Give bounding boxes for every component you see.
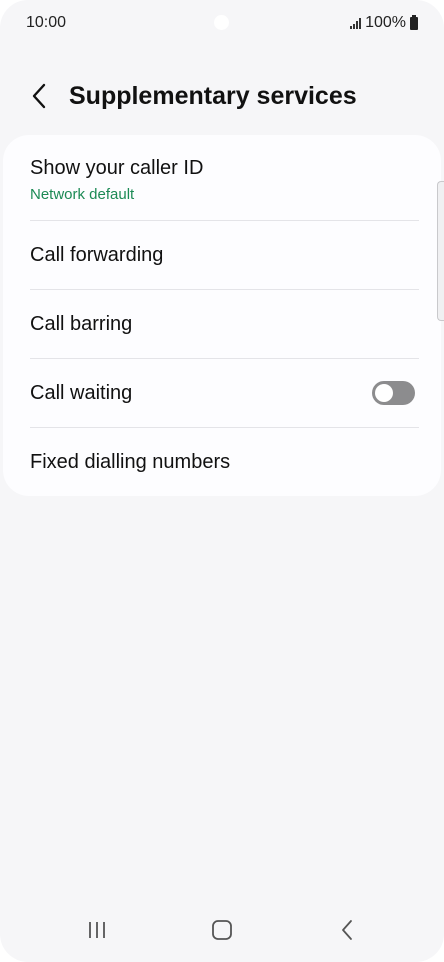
battery-percent: 100% (365, 14, 406, 31)
setting-call-barring[interactable]: Call barring (30, 290, 414, 358)
setting-label: Show your caller ID (30, 157, 204, 179)
recents-button[interactable] (75, 908, 119, 952)
setting-label: Fixed dialling numbers (30, 450, 231, 473)
phone-screen: 10:00 100% Supplementary services Show y… (0, 0, 444, 962)
chevron-left-icon (32, 83, 46, 109)
toggle-knob (375, 384, 393, 402)
nav-back-button[interactable] (325, 908, 369, 952)
status-time: 10:00 (26, 14, 67, 31)
setting-label: Call barring (30, 312, 133, 335)
app-bar: Supplementary services (0, 70, 444, 122)
call-waiting-toggle[interactable] (372, 381, 415, 405)
setting-label: Call forwarding (30, 243, 164, 266)
scrollbar[interactable] (437, 181, 444, 321)
home-button[interactable] (200, 908, 244, 952)
home-icon (212, 920, 232, 940)
battery-icon (410, 14, 418, 30)
setting-call-waiting[interactable]: Call waiting (30, 359, 415, 427)
back-icon (342, 920, 352, 940)
setting-label: Call waiting (30, 381, 133, 404)
recents-icon (89, 922, 105, 938)
page-title: Supplementary services (69, 81, 357, 110)
back-button[interactable] (20, 76, 60, 116)
settings-card: Show your caller ID Network default Call… (3, 135, 441, 496)
navigation-bar (0, 898, 444, 962)
camera-cutout (214, 15, 229, 30)
setting-text-group: Show your caller ID Network default (30, 157, 203, 203)
status-indicators: 100% (350, 14, 418, 32)
setting-fixed-dialling-numbers[interactable]: Fixed dialling numbers (30, 428, 414, 496)
setting-sublabel: Network default (30, 186, 135, 203)
signal-icon (350, 17, 362, 29)
setting-call-forwarding[interactable]: Call forwarding (30, 221, 414, 289)
setting-show-caller-id[interactable]: Show your caller ID Network default (30, 149, 414, 211)
